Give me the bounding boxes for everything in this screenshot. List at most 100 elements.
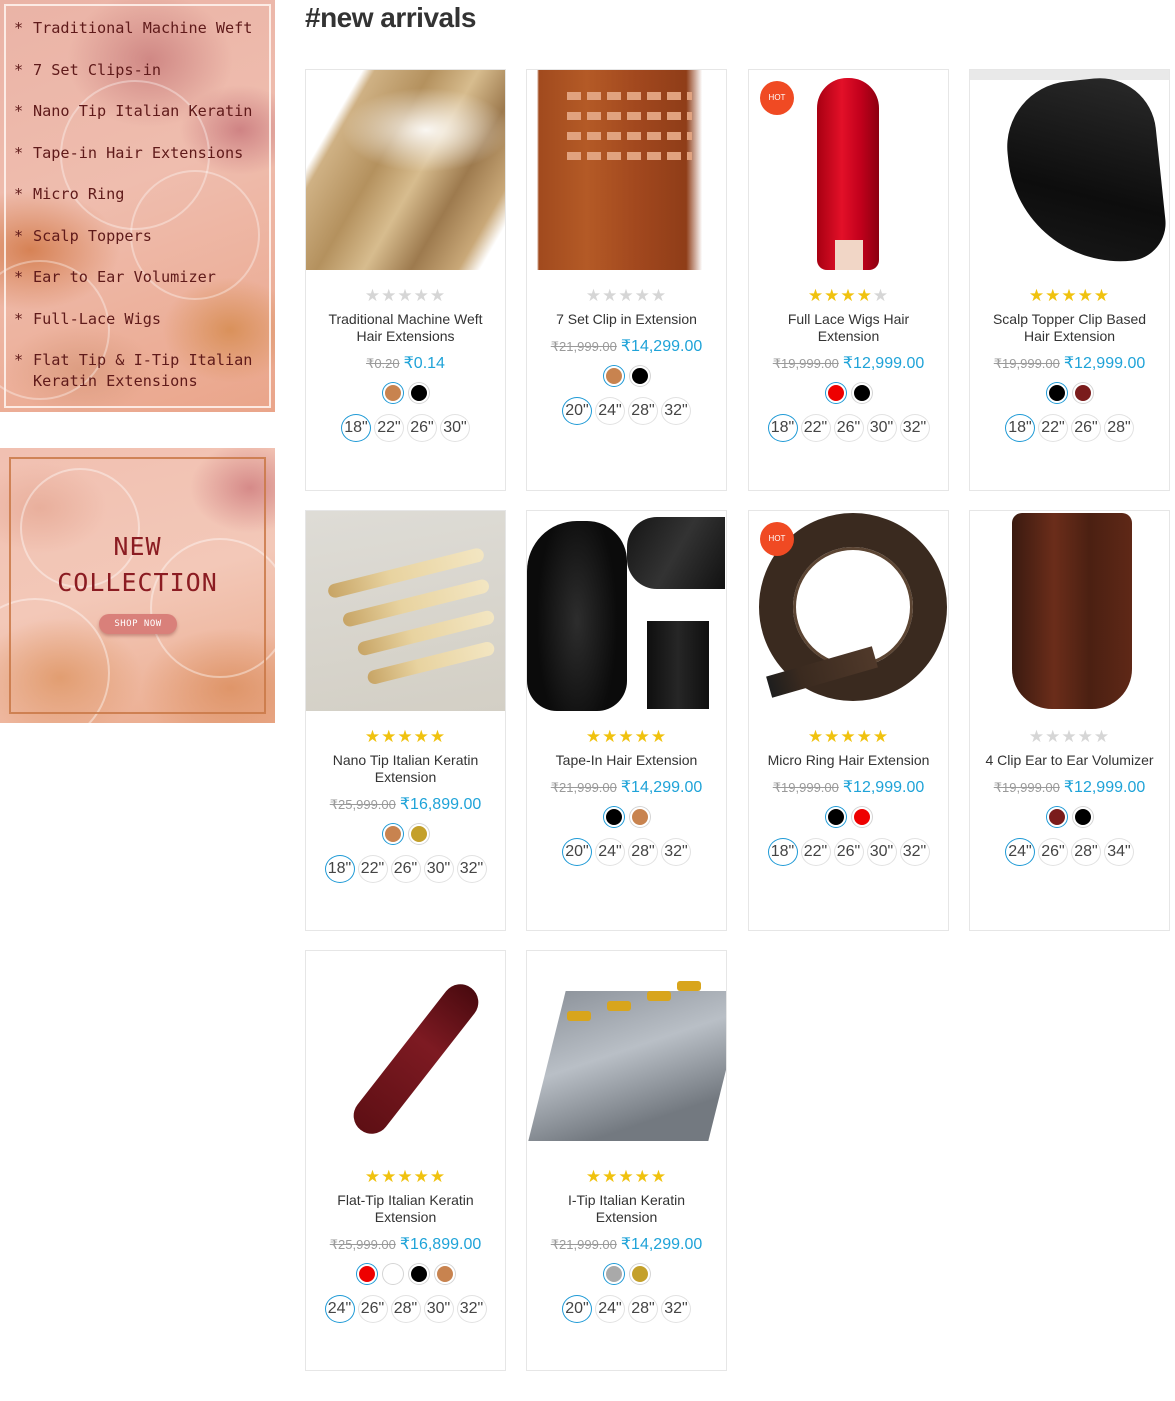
size-option[interactable]: 28" xyxy=(628,1295,658,1323)
size-option[interactable]: 32" xyxy=(456,1295,487,1323)
size-option[interactable]: 20" xyxy=(562,397,592,425)
size-option[interactable]: 20" xyxy=(562,1295,592,1323)
color-swatch[interactable] xyxy=(629,807,650,827)
color-swatch[interactable] xyxy=(382,1264,403,1284)
size-option[interactable]: 28" xyxy=(628,397,658,425)
size-options: 18" 22" 26" 30" 32" xyxy=(311,855,501,883)
color-swatch[interactable] xyxy=(603,807,624,827)
product-name[interactable]: Traditional Machine Weft Hair Extensions xyxy=(317,311,495,345)
star-icon: ★ xyxy=(1093,727,1111,747)
size-option[interactable]: 32" xyxy=(899,838,930,866)
product-name[interactable]: Micro Ring Hair Extension xyxy=(760,752,938,769)
size-option[interactable]: 26" xyxy=(357,1295,388,1323)
size-option[interactable]: 32" xyxy=(661,1295,691,1323)
color-swatch[interactable] xyxy=(603,1264,624,1284)
size-option[interactable]: 22" xyxy=(1038,414,1068,442)
product-image[interactable] xyxy=(306,511,505,711)
category-link[interactable]: * Tape-in Hair Extensions xyxy=(14,143,268,164)
size-option[interactable]: 24" xyxy=(595,397,625,425)
star-icon: ★ xyxy=(429,286,447,306)
color-swatches xyxy=(306,1264,505,1284)
color-swatch[interactable] xyxy=(629,366,650,386)
product-image[interactable] xyxy=(527,951,726,1151)
size-option[interactable]: 20" xyxy=(562,838,592,866)
category-link[interactable]: * Traditional Machine Weft xyxy=(14,18,268,39)
category-link[interactable]: * Nano Tip Italian Keratin xyxy=(14,101,268,122)
size-option[interactable]: 30" xyxy=(423,1295,454,1323)
product-image[interactable] xyxy=(970,511,1169,711)
shop-now-button[interactable]: SHOP NOW xyxy=(99,614,177,634)
product-name[interactable]: 4 Clip Ear to Ear Volumizer xyxy=(981,752,1159,769)
size-option[interactable]: 32" xyxy=(456,855,487,883)
category-link[interactable]: * Ear to Ear Volumizer xyxy=(14,267,268,288)
color-swatch[interactable] xyxy=(1046,383,1067,403)
size-option[interactable]: 26" xyxy=(1071,414,1101,442)
size-option[interactable]: 30" xyxy=(423,855,454,883)
size-option[interactable]: 30" xyxy=(866,414,897,442)
size-option[interactable]: 22" xyxy=(800,838,831,866)
product-image[interactable] xyxy=(527,70,726,270)
size-option[interactable]: 32" xyxy=(661,838,691,866)
color-swatch[interactable] xyxy=(408,824,429,844)
category-link[interactable]: * 7 Set Clips-in xyxy=(14,60,268,81)
color-swatch[interactable] xyxy=(382,824,403,844)
product-name[interactable]: Scalp Topper Clip Based Hair Extension xyxy=(981,311,1159,345)
size-option[interactable]: 26" xyxy=(407,414,437,442)
color-swatch[interactable] xyxy=(1046,807,1067,827)
color-swatch[interactable] xyxy=(408,383,429,403)
category-link[interactable]: * Micro Ring xyxy=(14,184,268,205)
product-image[interactable] xyxy=(306,951,505,1151)
product-image[interactable]: HOT xyxy=(749,511,948,711)
size-option[interactable]: 34" xyxy=(1104,838,1134,866)
color-swatch[interactable] xyxy=(825,807,846,827)
size-option[interactable]: 32" xyxy=(899,414,930,442)
size-option[interactable]: 18" xyxy=(324,855,355,883)
size-option[interactable]: 28" xyxy=(1071,838,1101,866)
color-swatch[interactable] xyxy=(851,383,872,403)
product-name[interactable]: Nano Tip Italian Keratin Extension xyxy=(317,752,495,786)
product-name[interactable]: Full Lace Wigs Hair Extension xyxy=(760,311,938,345)
color-swatch[interactable] xyxy=(434,1264,455,1284)
color-swatch[interactable] xyxy=(629,1264,650,1284)
color-swatch[interactable] xyxy=(603,366,624,386)
color-swatch[interactable] xyxy=(382,383,403,403)
color-swatch[interactable] xyxy=(408,1264,429,1284)
product-name[interactable]: I-Tip Italian Keratin Extension xyxy=(538,1192,716,1226)
product-image[interactable]: HOT xyxy=(749,70,948,270)
size-option[interactable]: 26" xyxy=(833,414,864,442)
size-option[interactable]: 22" xyxy=(374,414,404,442)
size-option[interactable]: 18" xyxy=(767,838,798,866)
size-option[interactable]: 26" xyxy=(833,838,864,866)
size-option[interactable]: 30" xyxy=(440,414,470,442)
size-option[interactable]: 22" xyxy=(357,855,388,883)
size-option[interactable]: 18" xyxy=(341,414,371,442)
color-swatch[interactable] xyxy=(356,1264,377,1284)
size-option[interactable]: 28" xyxy=(1104,414,1134,442)
size-option[interactable]: 18" xyxy=(767,414,798,442)
category-link[interactable]: * Full-Lace Wigs xyxy=(14,309,268,330)
size-option[interactable]: 28" xyxy=(390,1295,421,1323)
product-name[interactable]: Flat-Tip Italian Keratin Extension xyxy=(317,1192,495,1226)
category-link[interactable]: * Flat Tip & I-Tip Italian Keratin Extens… xyxy=(14,350,268,391)
size-option[interactable]: 30" xyxy=(866,838,897,866)
size-option[interactable]: 26" xyxy=(1038,838,1068,866)
color-swatch[interactable] xyxy=(1072,807,1093,827)
size-option[interactable]: 22" xyxy=(800,414,831,442)
color-swatch[interactable] xyxy=(1072,383,1093,403)
product-name[interactable]: Tape-In Hair Extension xyxy=(538,752,716,769)
size-option[interactable]: 28" xyxy=(628,838,658,866)
color-swatch[interactable] xyxy=(825,383,846,403)
color-swatch[interactable] xyxy=(851,807,872,827)
category-link[interactable]: * Scalp Toppers xyxy=(14,226,268,247)
product-image[interactable] xyxy=(527,511,726,711)
product-image[interactable] xyxy=(306,70,505,270)
product-name[interactable]: 7 Set Clip in Extension xyxy=(538,311,716,328)
size-option[interactable]: 32" xyxy=(661,397,691,425)
size-option[interactable]: 24" xyxy=(1005,838,1035,866)
size-option[interactable]: 18" xyxy=(1005,414,1035,442)
product-image[interactable] xyxy=(970,70,1169,270)
size-option[interactable]: 24" xyxy=(595,1295,625,1323)
size-option[interactable]: 24" xyxy=(595,838,625,866)
size-option[interactable]: 26" xyxy=(390,855,421,883)
size-option[interactable]: 24" xyxy=(324,1295,355,1323)
